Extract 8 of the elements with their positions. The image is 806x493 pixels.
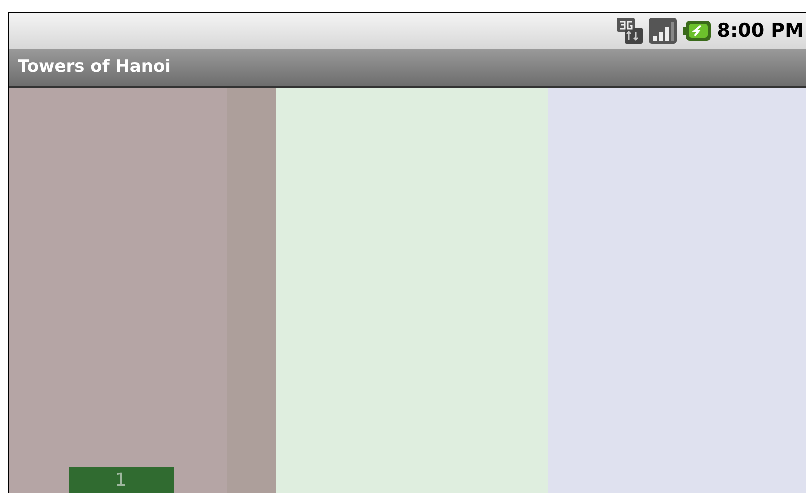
network-3g-icon [617,18,644,44]
app-title: Towers of Hanoi [18,56,171,79]
peg-area[interactable] [276,88,548,493]
signal-icon [649,18,678,44]
clock: 8:00 PM [717,18,804,44]
peg-area[interactable] [548,88,806,493]
peg-area[interactable]: 1 [9,88,276,493]
battery-charging-icon [683,20,712,42]
